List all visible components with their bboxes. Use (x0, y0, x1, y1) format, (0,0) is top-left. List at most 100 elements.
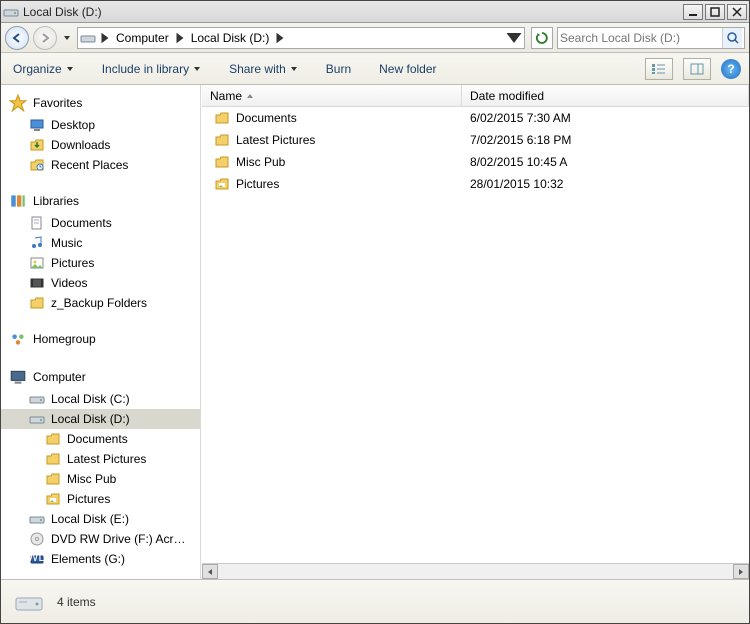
dvd-icon (29, 531, 45, 547)
chevron-right-icon[interactable] (273, 31, 287, 45)
file-date: 28/01/2015 10:32 (462, 177, 749, 191)
svg-text:WD: WD (29, 551, 45, 564)
preview-pane-button[interactable] (683, 58, 711, 80)
sidebar-item-drive-c[interactable]: Local Disk (C:) (1, 389, 200, 409)
sidebar-item-elements[interactable]: WDElements (G:) (1, 549, 200, 569)
libraries-group[interactable]: Libraries (1, 189, 200, 213)
navigation-pane[interactable]: Favorites Desktop Downloads Recent Place… (1, 85, 201, 579)
folder-pic-icon (214, 176, 230, 192)
toolbar: Organize Include in library Share with B… (1, 53, 749, 85)
file-list-pane: Name Date modified Documents 6/02/2015 7:… (201, 85, 749, 579)
include-library-button[interactable]: Include in library (98, 58, 205, 80)
sidebar-item-backup[interactable]: z_Backup Folders (1, 293, 200, 313)
libraries-icon (9, 192, 27, 210)
drive-icon (29, 411, 45, 427)
breadcrumb-computer[interactable]: Computer (112, 28, 173, 48)
horizontal-scrollbar[interactable] (202, 563, 749, 579)
music-icon (29, 235, 45, 251)
view-options-button[interactable] (645, 58, 673, 80)
breadcrumb[interactable]: Computer Local Disk (D:) (77, 27, 525, 49)
column-date[interactable]: Date modified (462, 85, 749, 106)
sort-asc-icon (246, 92, 254, 100)
titlebar: Local Disk (D:) (1, 1, 749, 23)
share-with-button[interactable]: Share with (225, 58, 302, 80)
videos-icon (29, 275, 45, 291)
file-list[interactable]: Documents 6/02/2015 7:30 AM Latest Picture… (202, 107, 749, 563)
minimize-button[interactable] (683, 4, 703, 20)
file-row[interactable]: Documents 6/02/2015 7:30 AM (202, 107, 749, 129)
search-input[interactable] (560, 31, 722, 45)
refresh-button[interactable] (531, 27, 553, 49)
close-button[interactable] (727, 4, 747, 20)
file-row[interactable]: Misc Pub 8/02/2015 10:45 A (202, 151, 749, 173)
folder-icon (45, 451, 61, 467)
sidebar-subitem-pictures[interactable]: Pictures (1, 489, 200, 509)
chevron-right-icon[interactable] (173, 31, 187, 45)
chevron-right-icon[interactable] (98, 31, 112, 45)
drive-icon (29, 511, 45, 527)
search-box[interactable] (557, 27, 745, 49)
forward-button[interactable] (33, 26, 57, 50)
navbar: Computer Local Disk (D:) (1, 23, 749, 53)
search-button[interactable] (722, 28, 742, 48)
star-icon (9, 94, 27, 112)
sidebar-item-recent[interactable]: Recent Places (1, 155, 200, 175)
file-name: Pictures (236, 177, 279, 191)
chevron-down-icon[interactable] (504, 28, 524, 48)
folder-pic-icon (45, 491, 61, 507)
sidebar-item-music[interactable]: Music (1, 233, 200, 253)
window-title: Local Disk (D:) (23, 5, 683, 19)
file-name: Documents (236, 111, 297, 125)
sidebar-item-downloads[interactable]: Downloads (1, 135, 200, 155)
status-bar: 4 items (1, 579, 749, 623)
recent-icon (29, 157, 45, 173)
computer-icon (9, 368, 27, 386)
sidebar-item-dvd[interactable]: DVD RW Drive (F:) Acronis Media (1, 529, 200, 549)
file-date: 8/02/2015 10:45 A (462, 155, 749, 169)
folder-icon (29, 295, 45, 311)
sidebar-item-pictures[interactable]: Pictures (1, 253, 200, 273)
favorites-group[interactable]: Favorites (1, 91, 200, 115)
homegroup-icon (9, 330, 27, 348)
sidebar-item-drive-d[interactable]: Local Disk (D:) (1, 409, 200, 429)
main: Favorites Desktop Downloads Recent Place… (1, 85, 749, 579)
file-name: Misc Pub (236, 155, 285, 169)
file-date: 6/02/2015 7:30 AM (462, 111, 749, 125)
organize-button[interactable]: Organize (9, 58, 78, 80)
downloads-icon (29, 137, 45, 153)
homegroup-label: Homegroup (33, 332, 96, 346)
sidebar-subitem-latest-pictures[interactable]: Latest Pictures (1, 449, 200, 469)
sidebar-subitem-documents[interactable]: Documents (1, 429, 200, 449)
file-row[interactable]: Pictures 28/01/2015 10:32 (202, 173, 749, 195)
sidebar-item-videos[interactable]: Videos (1, 273, 200, 293)
homegroup[interactable]: Homegroup (1, 327, 200, 351)
breadcrumb-current[interactable]: Local Disk (D:) (187, 28, 274, 48)
column-name[interactable]: Name (202, 85, 462, 106)
sidebar-subitem-misc-pub[interactable]: Misc Pub (1, 469, 200, 489)
back-button[interactable] (5, 26, 29, 50)
maximize-button[interactable] (705, 4, 725, 20)
drive-icon (78, 30, 98, 46)
favorites-label: Favorites (33, 96, 82, 110)
scroll-right-icon[interactable] (733, 564, 749, 579)
external-drive-icon: WD (29, 551, 45, 567)
folder-icon (45, 431, 61, 447)
sidebar-item-desktop[interactable]: Desktop (1, 115, 200, 135)
desktop-icon (29, 117, 45, 133)
scroll-left-icon[interactable] (202, 564, 218, 579)
file-date: 7/02/2015 6:18 PM (462, 133, 749, 147)
sidebar-item-drive-e[interactable]: Local Disk (E:) (1, 509, 200, 529)
folder-icon (214, 110, 230, 126)
computer-group[interactable]: Computer (1, 365, 200, 389)
status-text: 4 items (57, 595, 96, 609)
folder-icon (214, 154, 230, 170)
documents-icon (29, 215, 45, 231)
history-dropdown[interactable] (61, 28, 73, 48)
burn-button[interactable]: Burn (322, 58, 355, 80)
file-name: Latest Pictures (236, 133, 315, 147)
new-folder-button[interactable]: New folder (375, 58, 440, 80)
sidebar-item-documents[interactable]: Documents (1, 213, 200, 233)
file-row[interactable]: Latest Pictures 7/02/2015 6:18 PM (202, 129, 749, 151)
help-button[interactable]: ? (721, 59, 741, 79)
folder-icon (214, 132, 230, 148)
